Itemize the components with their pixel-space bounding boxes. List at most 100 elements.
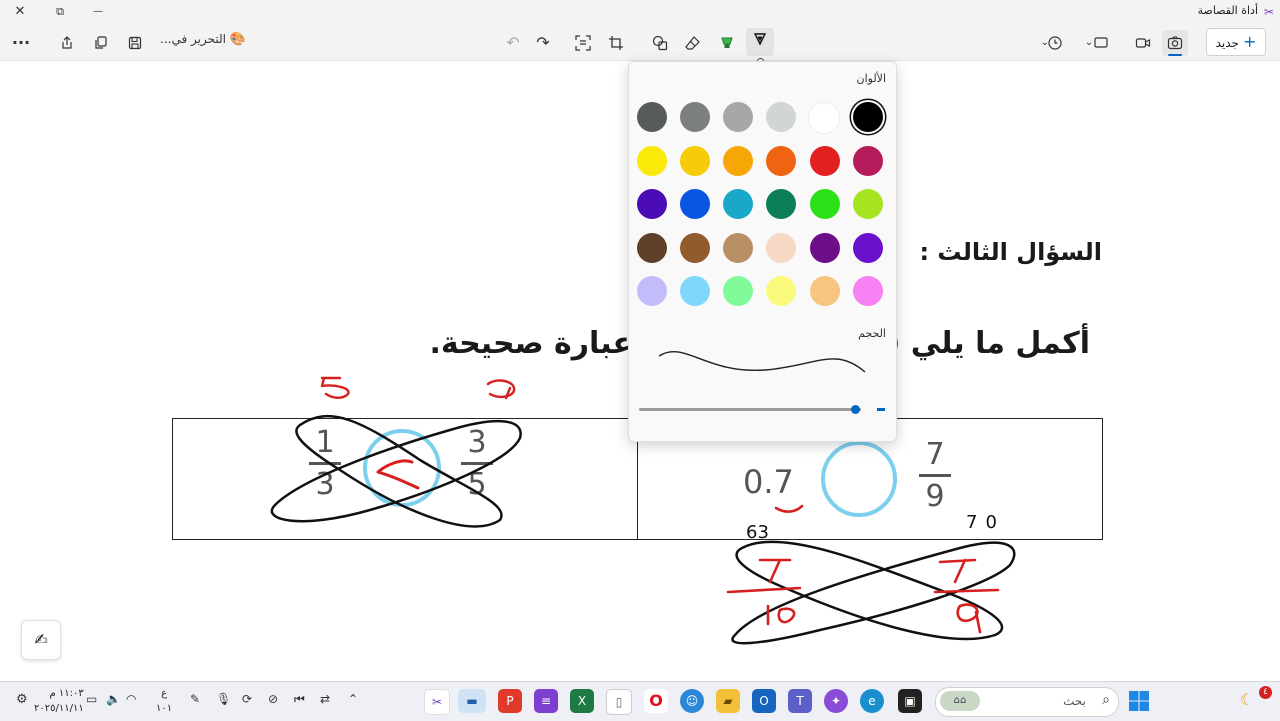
toolbar: ··· 🎨 التحرير في... ↶ ↷ ⌄ ⌄ +جديد: [0, 24, 1280, 65]
color-swatch[interactable]: [853, 102, 883, 132]
edge-taskbar-icon[interactable]: e: [860, 689, 884, 713]
color-swatch[interactable]: [766, 102, 797, 132]
stroke-preview: [658, 351, 866, 373]
chat-taskbar-icon[interactable]: ☺: [680, 689, 704, 713]
color-swatch[interactable]: [723, 145, 754, 176]
color-swatch[interactable]: [809, 232, 840, 263]
color-swatch[interactable]: [636, 232, 667, 263]
blank-file-taskbar-icon[interactable]: ▯: [606, 689, 632, 715]
color-swatch[interactable]: [679, 232, 710, 263]
pdf-reader-taskbar-icon[interactable]: P: [498, 689, 522, 713]
color-swatch[interactable]: [766, 232, 797, 263]
language-indicator[interactable]: ع ١٠١: [156, 686, 172, 716]
eraser-icon[interactable]: [680, 30, 706, 56]
excel-taskbar-icon[interactable]: X: [570, 689, 594, 713]
battery-icon[interactable]: ▭: [86, 692, 97, 706]
color-swatch[interactable]: [853, 189, 883, 219]
edit-in-paint-button[interactable]: 🎨 التحرير في...: [160, 32, 246, 47]
minimize-button[interactable]: —: [86, 2, 110, 22]
settings-gear-icon[interactable]: ⚙: [16, 692, 28, 707]
more-options-button[interactable]: ···: [8, 30, 34, 56]
volume-icon[interactable]: 🔈: [106, 692, 121, 706]
color-swatch[interactable]: [766, 276, 797, 306]
color-swatch[interactable]: [723, 102, 754, 132]
redo-icon[interactable]: ↷: [530, 30, 556, 56]
media-icon[interactable]: ⏮: [294, 692, 305, 707]
wifi-icon[interactable]: ◠: [126, 692, 136, 706]
color-swatch[interactable]: [636, 189, 667, 219]
color-swatch[interactable]: [809, 145, 840, 176]
color-swatch[interactable]: [853, 276, 883, 306]
crop-icon[interactable]: [603, 30, 629, 56]
language-bottom: ١٠١: [156, 703, 173, 714]
decimal-value: 0.7: [743, 463, 794, 501]
close-button[interactable]: ✕: [8, 2, 32, 22]
color-swatch[interactable]: [809, 189, 840, 219]
microphone-icon[interactable]: 🎙: [216, 692, 231, 706]
copilot-taskbar-icon[interactable]: ✦: [824, 689, 848, 713]
opera-taskbar-icon[interactable]: O: [644, 689, 668, 713]
touch-writing-icon: ✍: [34, 630, 48, 649]
text-actions-icon[interactable]: [570, 30, 596, 56]
color-swatch[interactable]: [723, 189, 754, 219]
save-icon[interactable]: [122, 30, 148, 56]
start-button[interactable]: [1128, 690, 1150, 712]
clock-time: ١١:٠٣ م: [49, 688, 84, 699]
touch-writing-button[interactable]: ✍: [21, 620, 61, 660]
color-swatch[interactable]: [723, 232, 754, 263]
file-explorer-taskbar-icon[interactable]: ▰: [716, 689, 740, 713]
color-swatch[interactable]: [807, 102, 840, 134]
fraction-denominator: 3: [315, 467, 335, 502]
share-icon[interactable]: [54, 30, 80, 56]
new-snip-button[interactable]: +جديد: [1206, 28, 1266, 56]
color-swatch[interactable]: [679, 145, 710, 176]
color-swatch[interactable]: [679, 102, 710, 132]
size-slider-thumb[interactable]: [850, 405, 860, 414]
video-record-icon[interactable]: [1130, 30, 1156, 56]
snipping-tool-taskbar-icon[interactable]: ✂: [424, 689, 450, 715]
pen-icon: [746, 28, 774, 56]
color-swatch[interactable]: [853, 145, 883, 176]
shapes-icon[interactable]: [647, 30, 673, 56]
color-swatch[interactable]: [723, 276, 754, 306]
pen-menu-icon[interactable]: ✎: [190, 692, 200, 706]
screenshot-mode-icon[interactable]: [1162, 30, 1188, 56]
color-swatch[interactable]: [853, 232, 883, 263]
outlook-taskbar-icon[interactable]: O: [752, 689, 776, 713]
task-view-taskbar-icon[interactable]: ▣: [898, 689, 922, 713]
color-swatch[interactable]: [679, 189, 710, 219]
color-swatch[interactable]: [766, 189, 797, 219]
rectangle-mode-icon[interactable]: [1088, 30, 1114, 56]
sync-icon[interactable]: ⟳: [242, 692, 252, 706]
color-swatch[interactable]: [636, 276, 667, 306]
color-swatch[interactable]: [809, 276, 840, 306]
size-slider-track[interactable]: [639, 408, 861, 411]
ballpoint-pen-button[interactable]: [746, 28, 774, 65]
weather-moon-icon[interactable]: ☾: [1240, 690, 1254, 709]
teams-taskbar-icon[interactable]: T: [788, 689, 812, 713]
paint-icon: 🎨: [229, 32, 246, 47]
search-icon: ⌕: [1102, 692, 1110, 708]
windows-logo-icon: [1129, 691, 1149, 711]
fraction-numerator: 7: [925, 437, 945, 472]
fraction-numerator: 1: [315, 425, 335, 460]
copy-icon[interactable]: [88, 30, 114, 56]
color-swatch[interactable]: [636, 145, 667, 176]
fraction-bar: [309, 462, 341, 465]
restore-button[interactable]: ⧉: [48, 2, 72, 22]
timer-icon[interactable]: [1042, 30, 1068, 56]
size-label: الحجم: [858, 327, 886, 340]
highlighter-icon[interactable]: [714, 30, 740, 56]
clock[interactable]: ١١:٠٣ م ٢٠٢٥/١١/١١: [34, 686, 84, 716]
show-hidden-icons-chevron[interactable]: ⌃: [348, 692, 358, 706]
clipchamp-taskbar-icon[interactable]: ≡: [534, 689, 558, 713]
transfer-icon[interactable]: ⇄: [320, 692, 330, 706]
mode-active-indicator: [1168, 54, 1182, 56]
undo-icon[interactable]: ↶: [500, 30, 526, 56]
color-swatch[interactable]: [636, 102, 667, 132]
taskbar-search[interactable]: ⌂⌂ بحث ⌕: [935, 687, 1119, 717]
color-swatch[interactable]: [679, 276, 710, 306]
whiteboard-taskbar-icon[interactable]: ▬: [458, 689, 486, 713]
color-swatch[interactable]: [766, 145, 797, 176]
no-sync-icon[interactable]: ⊘: [268, 692, 278, 706]
